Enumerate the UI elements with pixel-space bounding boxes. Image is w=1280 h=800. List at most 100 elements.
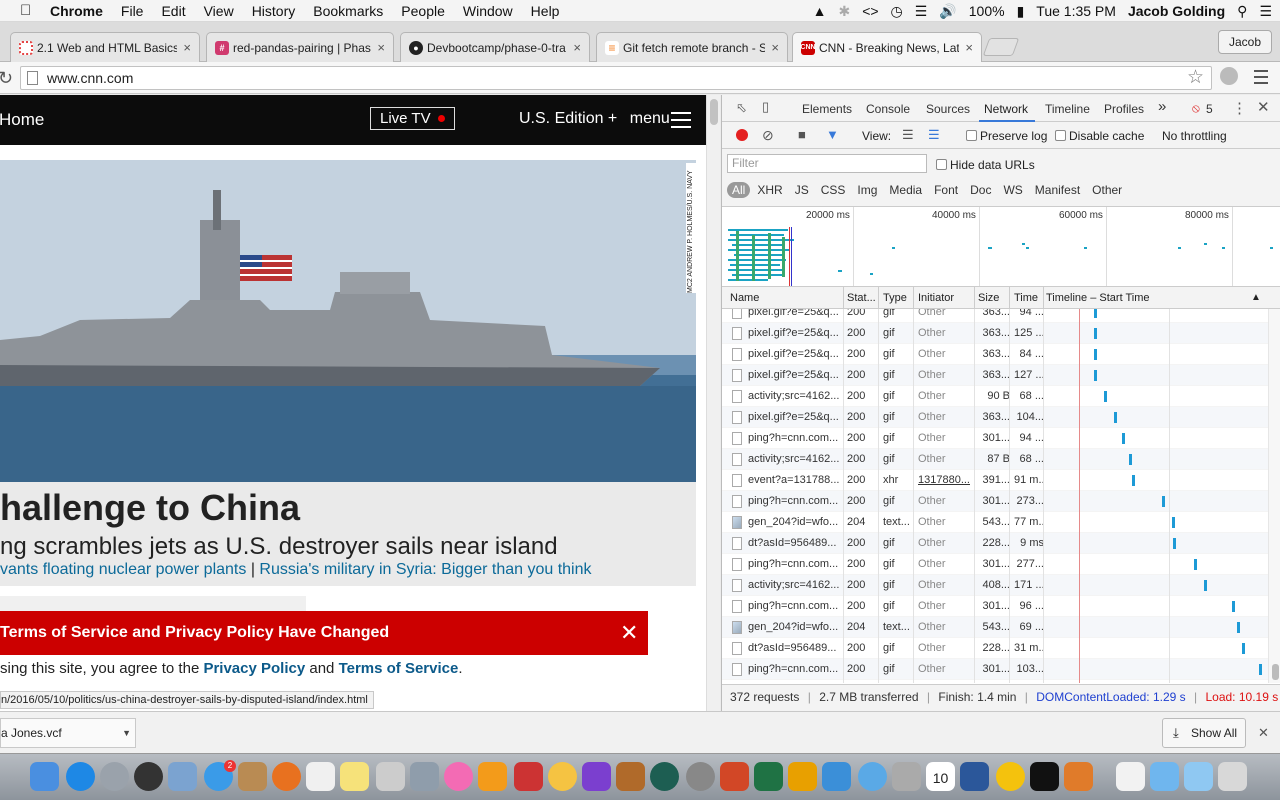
apple-menu-icon[interactable]:  xyxy=(20,2,36,19)
table-row[interactable]: pixel.gif?e=25&q... 200 gif Other 363... 94 .… xyxy=(722,309,1268,323)
notes-icon[interactable] xyxy=(340,762,369,791)
filter-icon[interactable]: ▼ xyxy=(826,127,839,142)
close-tab-icon[interactable]: × xyxy=(377,40,385,55)
close-devtools-icon[interactable]: ✕ xyxy=(1257,98,1270,116)
nav-home-link[interactable]: Home xyxy=(0,110,44,130)
cell-initiator[interactable]: 1317880... xyxy=(918,474,972,486)
network-scrollbar[interactable] xyxy=(1268,309,1280,683)
terminal-icon[interactable] xyxy=(1030,762,1059,791)
tab-timeline[interactable]: Timeline xyxy=(1045,102,1090,116)
edition-selector[interactable]: U.S. Edition + menu xyxy=(519,110,670,128)
bluetooth-icon[interactable]: ✱ xyxy=(838,3,850,20)
hamburger-icon[interactable] xyxy=(671,112,691,133)
type-filter-js[interactable]: JS xyxy=(790,182,814,198)
image-capture-icon[interactable] xyxy=(410,762,439,791)
table-row[interactable]: ping?h=cnn.com... 200 gif Other 301... 94 ... xyxy=(722,428,1268,449)
garageband-icon[interactable] xyxy=(616,762,645,791)
type-filter-other[interactable]: Other xyxy=(1087,182,1127,198)
large-rows-icon[interactable]: ☰ xyxy=(902,127,914,143)
col-name[interactable]: Name xyxy=(730,292,759,304)
contacts-icon[interactable] xyxy=(238,762,267,791)
dashboard-icon[interactable] xyxy=(134,762,163,791)
col-divider[interactable] xyxy=(974,287,975,309)
trash-icon[interactable] xyxy=(1218,762,1247,791)
col-divider[interactable] xyxy=(843,287,844,309)
subheadline[interactable]: ng scrambles jets as U.S. destroyer sail… xyxy=(0,533,558,561)
col-divider[interactable] xyxy=(1043,287,1044,309)
related-link-syria[interactable]: Russia's military in Syria: Bigger than … xyxy=(259,561,591,578)
col-timeline[interactable]: Timeline – Start Time xyxy=(1046,292,1150,304)
imovie-icon[interactable] xyxy=(582,762,611,791)
terms-of-service-link[interactable]: Terms of Service xyxy=(339,660,459,677)
tab-github[interactable]: ● Devbootcamp/phase-0-tra × xyxy=(400,32,590,62)
documents-folder-icon[interactable] xyxy=(1116,762,1145,791)
headline[interactable]: hallenge to China xyxy=(0,487,300,529)
col-type[interactable]: Type xyxy=(883,292,907,304)
devtools-menu-icon[interactable]: ⋮ xyxy=(1232,99,1247,117)
hide-data-urls-checkbox[interactable]: Hide data URLs xyxy=(936,158,1035,172)
table-row[interactable]: gen_204?id=wfo... 204 text... Other 543... 77… xyxy=(722,512,1268,533)
related-link-nuclear[interactable]: vants floating nuclear power plants xyxy=(0,561,246,578)
close-tab-icon[interactable]: × xyxy=(183,40,191,55)
error-count-icon[interactable]: ⦸ xyxy=(1192,101,1200,116)
powerpoint-icon[interactable] xyxy=(720,762,749,791)
scrollbar-thumb[interactable] xyxy=(1272,664,1279,680)
table-row[interactable]: ping?h=cnn.com... 200 gif Other 301... 96 ... xyxy=(722,596,1268,617)
table-row[interactable]: ping?h=cnn.com... 200 gif Other 301... 273... xyxy=(722,491,1268,512)
type-filter-css[interactable]: CSS xyxy=(816,182,851,198)
clock[interactable]: Tue 1:35 PM xyxy=(1036,3,1116,19)
more-tabs-icon[interactable]: » xyxy=(1158,98,1166,115)
extension-icon[interactable] xyxy=(1220,67,1238,85)
downloads-folder-icon[interactable] xyxy=(1184,762,1213,791)
type-filter-doc[interactable]: Doc xyxy=(965,182,996,198)
close-tab-icon[interactable]: × xyxy=(965,40,973,55)
vlc-icon[interactable]: ▲ xyxy=(813,3,827,19)
outlook-icon[interactable] xyxy=(788,762,817,791)
menu-app-name[interactable]: Chrome xyxy=(50,3,103,19)
col-divider[interactable] xyxy=(913,287,914,309)
menu-edit[interactable]: Edit xyxy=(161,3,185,19)
applications-folder-icon[interactable] xyxy=(1150,762,1179,791)
tab-cnn[interactable]: CNN CNN - Breaking News, Late × xyxy=(792,32,982,62)
type-filter-xhr[interactable]: XHR xyxy=(752,182,787,198)
col-size[interactable]: Size xyxy=(978,292,999,304)
table-row[interactable]: gen_204?id=wfo... 204 text... Other 543... 69… xyxy=(722,617,1268,638)
download-item[interactable]: a Jones.vcf ▼ xyxy=(0,718,136,748)
table-row[interactable]: activity;src=4162... 200 gif Other 408... 171… xyxy=(722,575,1268,596)
col-divider[interactable] xyxy=(878,287,879,309)
overview-icon[interactable]: ☰ xyxy=(928,127,940,143)
capture-screenshots-icon[interactable]: ■ xyxy=(798,127,806,142)
menu-bookmarks[interactable]: Bookmarks xyxy=(313,3,383,19)
col-initiator[interactable]: Initiator xyxy=(918,292,954,304)
inspect-element-icon[interactable]: ⬁ xyxy=(736,100,747,116)
table-row[interactable]: ping?h=cnn.com... 200 gif Other 301... 103... xyxy=(722,659,1268,680)
battery-percent[interactable]: 100% xyxy=(969,3,1005,19)
photo-booth-icon[interactable] xyxy=(376,762,405,791)
table-row[interactable]: pixel.gif?e=25&q... 200 gif Other 363... 127 … xyxy=(722,365,1268,386)
checkbox-icon[interactable] xyxy=(936,159,947,170)
excel-icon[interactable] xyxy=(754,762,783,791)
app-store-icon[interactable] xyxy=(66,762,95,791)
battery-icon[interactable]: ▮ xyxy=(1017,3,1025,20)
firefox-icon[interactable] xyxy=(272,762,301,791)
ibooks-icon[interactable] xyxy=(478,762,507,791)
user-name[interactable]: Jacob Golding xyxy=(1128,3,1225,19)
code-icon[interactable]: <> xyxy=(862,3,878,19)
scrollbar-thumb[interactable] xyxy=(710,99,718,125)
tab-sources[interactable]: Sources xyxy=(926,102,970,116)
photo-app-icon[interactable] xyxy=(514,762,543,791)
onedrive-icon[interactable] xyxy=(822,762,851,791)
launchpad-icon[interactable] xyxy=(100,762,129,791)
table-row[interactable]: pixel.gif?e=25&q... 200 gif Other 363... 84 .… xyxy=(722,344,1268,365)
table-row[interactable]: activity;src=4162... 200 gif Other 90 B 68 ..… xyxy=(722,386,1268,407)
network-icon[interactable] xyxy=(858,762,887,791)
utility-icon[interactable] xyxy=(892,762,921,791)
tab-web-html-basics[interactable]: 2.1 Web and HTML Basics × xyxy=(10,32,200,62)
finder-icon[interactable] xyxy=(30,762,59,791)
system-preferences-icon[interactable] xyxy=(686,762,715,791)
word-icon[interactable] xyxy=(960,762,989,791)
close-download-shelf-icon[interactable]: ✕ xyxy=(1258,725,1269,741)
col-status[interactable]: Stat... xyxy=(847,292,876,304)
menu-help[interactable]: Help xyxy=(531,3,560,19)
menu-people[interactable]: People xyxy=(401,3,445,19)
